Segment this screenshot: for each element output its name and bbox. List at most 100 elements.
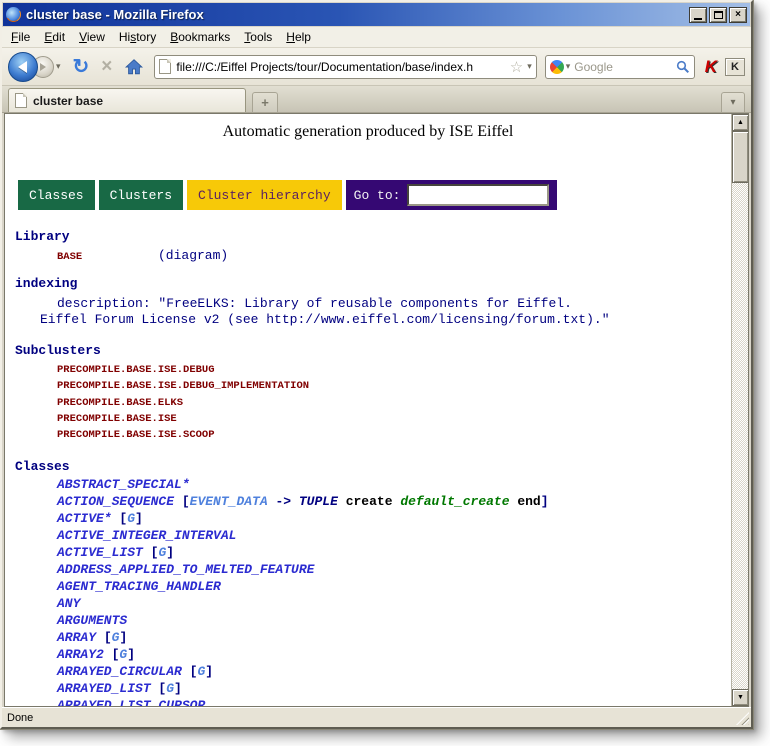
back-icon bbox=[18, 61, 27, 73]
url-dropdown-icon[interactable]: ▾ bbox=[527, 61, 532, 72]
menu-bookmarks[interactable]: Bookmarks bbox=[163, 28, 237, 46]
plain-token: -> bbox=[268, 494, 299, 509]
diagram-link[interactable]: (diagram) bbox=[158, 248, 228, 263]
cluster-hierarchy-button[interactable]: Cluster hierarchy bbox=[187, 180, 342, 210]
class-link[interactable]: ARRAYED_LIST_CURSOR bbox=[57, 698, 205, 706]
history-buttons: ▾ bbox=[8, 52, 61, 82]
home-button[interactable] bbox=[124, 58, 144, 76]
type-link[interactable]: TUPLE bbox=[299, 494, 338, 509]
indexing-description-line1: description: "FreeELKS: Library of reusa… bbox=[57, 296, 731, 312]
keyword-token: end bbox=[510, 494, 541, 509]
home-icon bbox=[124, 58, 144, 76]
browser-window: cluster base - Mozilla Firefox × FileEdi… bbox=[0, 0, 753, 729]
clusters-button[interactable]: Clusters bbox=[99, 180, 183, 210]
class-link[interactable]: ARRAY bbox=[57, 630, 96, 645]
class-link[interactable]: ACTIVE* bbox=[57, 511, 112, 526]
generic-param-link[interactable]: EVENT_DATA bbox=[190, 494, 268, 509]
plain-token: [ bbox=[112, 511, 128, 526]
subcluster-link[interactable]: PRECOMPILE.BASE.ISE.DEBUG_IMPLEMENTATION bbox=[57, 378, 731, 394]
class-entry: ACTIVE_LIST [G] bbox=[57, 544, 731, 561]
library-name-link[interactable]: BASE bbox=[57, 251, 158, 263]
scroll-up-button[interactable]: ▲ bbox=[732, 114, 749, 131]
subcluster-link[interactable]: PRECOMPILE.BASE.ISE.DEBUG bbox=[57, 362, 731, 378]
goto-box: Go to: bbox=[346, 180, 558, 210]
page-title: Automatic generation produced by ISE Eif… bbox=[5, 123, 731, 141]
resize-grip[interactable] bbox=[736, 712, 749, 725]
subcluster-link[interactable]: PRECOMPILE.BASE.ISE bbox=[57, 411, 731, 427]
class-link[interactable]: ANY bbox=[57, 596, 80, 611]
tab-page-icon bbox=[15, 93, 27, 108]
k-addon-button[interactable]: K bbox=[725, 58, 745, 76]
indexing-heading: indexing bbox=[15, 276, 731, 291]
class-link[interactable]: ARRAY2 bbox=[57, 647, 104, 662]
plain-token: ] bbox=[174, 681, 182, 696]
plain-token: [ bbox=[151, 681, 167, 696]
menu-view[interactable]: View bbox=[72, 28, 112, 46]
refresh-button[interactable]: ↻ bbox=[73, 57, 90, 77]
class-entry: ARRAY2 [G] bbox=[57, 646, 731, 663]
search-icon[interactable] bbox=[676, 60, 690, 74]
plain-token: [ bbox=[104, 647, 120, 662]
history-dropdown-icon[interactable]: ▾ bbox=[56, 61, 61, 72]
class-entry: ABSTRACT_SPECIAL* bbox=[57, 476, 731, 493]
class-link[interactable]: ACTIVE_LIST bbox=[57, 545, 143, 560]
vertical-scrollbar[interactable]: ▲ ▼ bbox=[731, 114, 748, 706]
plain-token: [ bbox=[182, 664, 198, 679]
close-button[interactable]: × bbox=[729, 7, 747, 23]
generic-param-link[interactable]: G bbox=[166, 681, 174, 696]
class-link[interactable]: ADDRESS_APPLIED_TO_MELTED_FEATURE bbox=[57, 562, 314, 577]
menu-tools[interactable]: Tools bbox=[237, 28, 279, 46]
url-input[interactable] bbox=[176, 60, 507, 74]
menu-edit[interactable]: Edit bbox=[37, 28, 72, 46]
back-button[interactable] bbox=[8, 52, 38, 82]
stop-button[interactable]: × bbox=[101, 57, 112, 76]
class-link[interactable]: ACTIVE_INTEGER_INTERVAL bbox=[57, 528, 236, 543]
tab-label: cluster base bbox=[33, 94, 103, 108]
library-entry: BASE (diagram) bbox=[57, 248, 731, 263]
url-bar[interactable]: ☆ ▾ bbox=[154, 55, 536, 79]
tab-bar: cluster base + ▾ bbox=[2, 86, 751, 113]
search-input[interactable] bbox=[574, 60, 675, 74]
search-box[interactable]: ▾ bbox=[545, 55, 695, 79]
classes-button[interactable]: Classes bbox=[18, 180, 95, 210]
maximize-button[interactable] bbox=[709, 7, 727, 23]
class-link[interactable]: ACTION_SEQUENCE bbox=[57, 494, 174, 509]
indexing-description-line2: Eiffel Forum License v2 (see http://www.… bbox=[40, 312, 731, 328]
class-entry: ACTIVE_INTEGER_INTERVAL bbox=[57, 527, 731, 544]
doc-nav-buttons: ClassesClustersCluster hierarchyGo to: bbox=[18, 180, 731, 210]
kaspersky-icon[interactable]: K bbox=[705, 57, 717, 77]
class-link[interactable]: ARRAYED_LIST bbox=[57, 681, 151, 696]
tab-cluster-base[interactable]: cluster base bbox=[8, 88, 246, 112]
google-logo-icon bbox=[550, 60, 564, 74]
class-link[interactable]: ARGUMENTS bbox=[57, 613, 127, 628]
list-all-tabs-button[interactable]: ▾ bbox=[721, 92, 745, 112]
goto-input[interactable] bbox=[407, 184, 549, 206]
menu-file[interactable]: File bbox=[4, 28, 37, 46]
class-entry: ARRAYED_LIST [G] bbox=[57, 680, 731, 697]
scroll-down-button[interactable]: ▼ bbox=[732, 689, 749, 706]
class-link[interactable]: ABSTRACT_SPECIAL* bbox=[57, 477, 190, 492]
content-area: Automatic generation produced by ISE Eif… bbox=[4, 113, 749, 707]
bookmark-star-icon[interactable]: ☆ bbox=[510, 58, 523, 76]
plain-token: [ bbox=[174, 494, 190, 509]
class-entry: ACTION_SEQUENCE [EVENT_DATA -> TUPLE cre… bbox=[57, 493, 731, 510]
new-tab-button[interactable]: + bbox=[252, 92, 278, 112]
class-link[interactable]: ARRAYED_CIRCULAR bbox=[57, 664, 182, 679]
class-entry: ADDRESS_APPLIED_TO_MELTED_FEATURE bbox=[57, 561, 731, 578]
class-entry: ANY bbox=[57, 595, 731, 612]
menu-help[interactable]: Help bbox=[279, 28, 318, 46]
generic-param-link[interactable]: G bbox=[127, 511, 135, 526]
plain-token: [ bbox=[96, 630, 112, 645]
scrollbar-thumb[interactable] bbox=[732, 131, 749, 183]
subcluster-link[interactable]: PRECOMPILE.BASE.ELKS bbox=[57, 395, 731, 411]
subcluster-link[interactable]: PRECOMPILE.BASE.ISE.SCOOP bbox=[57, 427, 731, 443]
forward-icon bbox=[40, 63, 46, 71]
minimize-button[interactable] bbox=[689, 7, 707, 23]
class-link[interactable]: AGENT_TRACING_HANDLER bbox=[57, 579, 221, 594]
search-engine-dropdown-icon[interactable]: ▾ bbox=[566, 61, 571, 72]
feature-link[interactable]: default_create bbox=[400, 494, 509, 509]
plain-token: ] bbox=[205, 664, 213, 679]
class-entry: ARRAYED_LIST_CURSOR bbox=[57, 697, 731, 706]
class-entry: ACTIVE* [G] bbox=[57, 510, 731, 527]
menu-history[interactable]: History bbox=[112, 28, 163, 46]
